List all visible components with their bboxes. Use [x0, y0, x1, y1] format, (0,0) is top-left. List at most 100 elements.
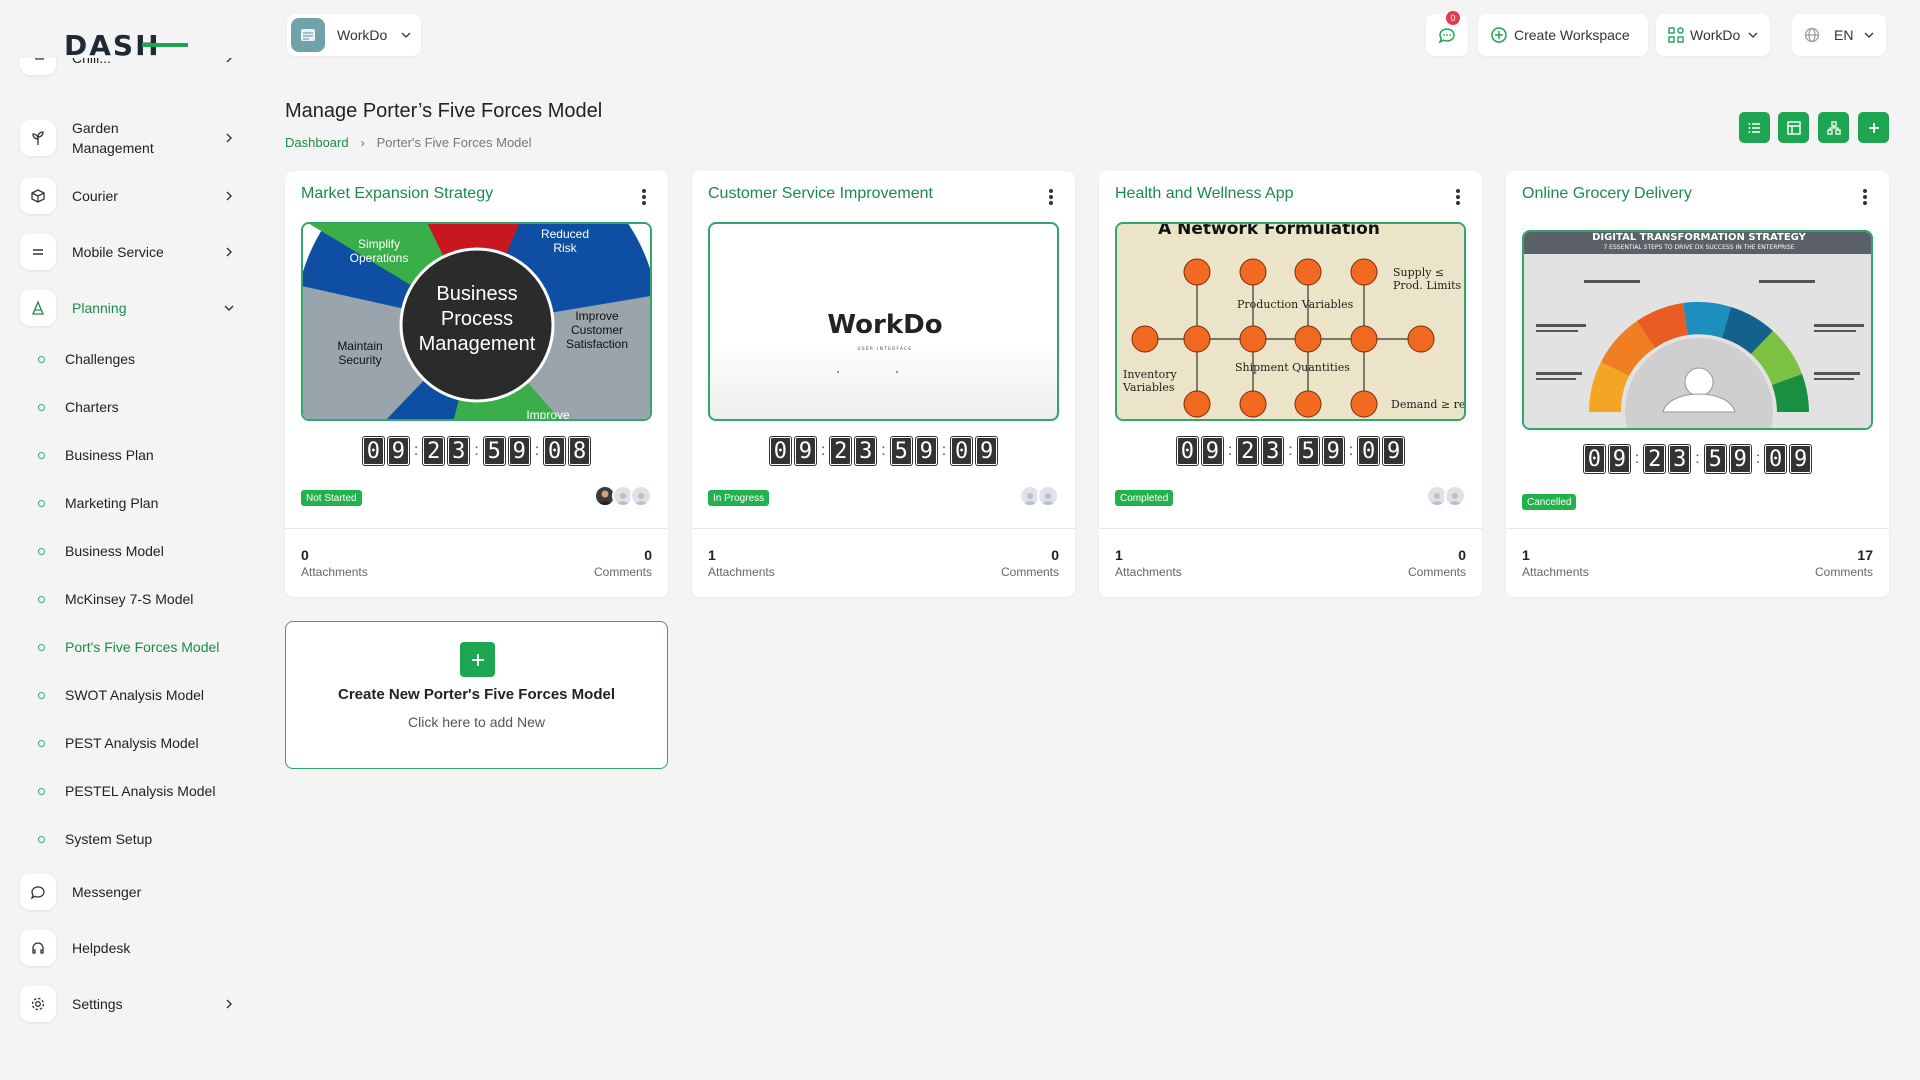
language-selector[interactable]: EN [1792, 14, 1886, 56]
sidebar-sub-system-setup[interactable]: System Setup [38, 831, 152, 847]
menu-icon [20, 234, 56, 270]
planning-icon [20, 290, 56, 326]
add-button[interactable] [1858, 112, 1889, 143]
sidebar-sub-challenges[interactable]: Challenges [38, 351, 135, 367]
img-text: Production Variables [1237, 298, 1354, 311]
workspace-menu[interactable]: WorkDo [1656, 14, 1770, 56]
timer-digit: 9 [1729, 445, 1751, 473]
chevron-down-icon [224, 305, 234, 311]
more-vertical-icon[interactable] [1049, 189, 1053, 205]
timer-digit: 0 [1765, 445, 1787, 473]
sidebar-item-garden-management[interactable]: Garden Management [20, 118, 240, 158]
countdown-timer: 09:23:59:09 [1099, 437, 1482, 465]
timer-digit: 0 [362, 437, 384, 465]
avatar[interactable] [1444, 485, 1466, 507]
sidebar-sub-pest[interactable]: PEST Analysis Model [38, 735, 199, 751]
timer-digit: 9 [1790, 445, 1812, 473]
bullet-icon [38, 355, 45, 363]
divider [285, 528, 668, 529]
avatar[interactable] [630, 485, 652, 507]
sidebar-sub-five-forces[interactable]: Port's Five Forces Model [38, 639, 219, 655]
sidebar-item-chill[interactable]: Chill... [20, 58, 240, 78]
sidebar-item-helpdesk[interactable]: Helpdesk [20, 930, 240, 966]
timer-digit: 5 [1704, 445, 1726, 473]
sidebar-item-settings[interactable]: Settings [20, 986, 240, 1022]
model-card: Online Grocery Delivery DIGITAL TRANSFOR… [1506, 171, 1889, 597]
sidebar-sub-business-plan[interactable]: Business Plan [38, 447, 154, 463]
sidebar-sub-charters[interactable]: Charters [38, 399, 119, 415]
chevron-down-icon [1748, 32, 1758, 38]
gear-icon [20, 986, 56, 1022]
more-vertical-icon[interactable] [1863, 189, 1867, 205]
img-text: Inventory [1123, 368, 1178, 381]
create-card-title: Create New Porter's Five Forces Model [338, 686, 615, 703]
img-text: Business [436, 283, 517, 305]
card-thumbnail[interactable]: A Network Formulation Production Variabl… [1115, 222, 1466, 421]
timer-colon: : [1755, 450, 1761, 467]
plus-icon [460, 642, 495, 677]
create-new-model-card[interactable]: Create New Porter's Five Forces Model Cl… [285, 621, 668, 769]
sidebar-sub-marketing-plan[interactable]: Marketing Plan [38, 495, 158, 511]
headset-icon [20, 930, 56, 966]
sub-item-label: Port's Five Forces Model [65, 639, 220, 655]
comments-count: 0 [1458, 547, 1466, 563]
avatar[interactable] [1037, 485, 1059, 507]
avatar-group [1019, 485, 1059, 507]
card-title[interactable]: Market Expansion Strategy [301, 185, 493, 203]
sidebar-item-courier[interactable]: Courier [20, 178, 240, 214]
breadcrumb-separator-icon: › [360, 135, 365, 150]
img-text: Customer [571, 323, 623, 337]
box-icon [20, 178, 56, 214]
sub-item-label: Marketing Plan [65, 495, 159, 511]
list-view-button[interactable] [1739, 112, 1770, 143]
timer-digit: 3 [1262, 437, 1284, 465]
sidebar-sub-business-model[interactable]: Business Model [38, 543, 164, 559]
notifications-button[interactable]: 0 [1426, 11, 1468, 56]
sidebar-sub-swot[interactable]: SWOT Analysis Model [38, 687, 204, 703]
card-title[interactable]: Health and Wellness App [1115, 185, 1293, 203]
apps-icon [1668, 27, 1684, 43]
more-vertical-icon[interactable] [1456, 189, 1460, 205]
workspace-selector[interactable]: WorkDo [287, 14, 421, 56]
countdown-timer: 09:23:59:09 [692, 437, 1075, 465]
sidebar-item-planning[interactable]: Planning [20, 290, 240, 326]
avatar-group [1426, 485, 1466, 507]
sidebar-sub-mckinsey[interactable]: McKinsey 7-S Model [38, 591, 193, 607]
card-thumbnail[interactable]: WorkDo USER INTERFACE [708, 222, 1059, 421]
sidebar-item-messenger[interactable]: Messenger [20, 874, 240, 910]
img-text: WorkDo [827, 310, 942, 340]
timer-digit: 9 [387, 437, 409, 465]
timer-digit: 5 [483, 437, 505, 465]
breadcrumb-dashboard[interactable]: Dashboard [285, 135, 349, 150]
tree-view-button[interactable] [1818, 112, 1849, 143]
sidebar-sub-pestel[interactable]: PESTEL Analysis Model [38, 783, 215, 799]
sub-item-label: Charters [65, 399, 119, 415]
create-workspace-button[interactable]: Create Workspace [1478, 14, 1648, 56]
timer-digit: 2 [1644, 445, 1666, 473]
img-text: 7 ESSENTIAL STEPS TO DRIVE DX SUCCESS IN… [1603, 244, 1794, 251]
timer-digit: 9 [1201, 437, 1223, 465]
sidebar-item-mobile-service[interactable]: Mobile Service [20, 234, 240, 270]
img-text: Improve [526, 408, 570, 421]
globe-icon [1804, 27, 1820, 43]
card-title[interactable]: Online Grocery Delivery [1522, 185, 1692, 203]
dash-logo[interactable]: DASH [64, 30, 190, 60]
comments-count: 17 [1857, 547, 1873, 563]
bullet-icon [38, 787, 45, 795]
card-thumbnail[interactable]: DIGITAL TRANSFORMATION STRATEGY 7 ESSENT… [1522, 230, 1873, 430]
chevron-down-icon [401, 32, 411, 38]
attachments-label: Attachments [301, 565, 368, 579]
attachments-count: 1 [1522, 547, 1530, 563]
attachments-count: 1 [708, 547, 716, 563]
card-thumbnail[interactable]: Business Process Management Simplify Ope… [301, 222, 652, 421]
timer-colon: : [941, 442, 947, 459]
chevron-right-icon [226, 133, 232, 143]
card-title[interactable]: Customer Service Improvement [708, 185, 933, 203]
sidebar: DASH Chill... Garden Management Courier … [0, 0, 258, 1080]
chevron-down-icon [1864, 32, 1874, 38]
digital-transformation-image: DIGITAL TRANSFORMATION STRATEGY 7 ESSENT… [1524, 232, 1871, 428]
grid-view-button[interactable] [1778, 112, 1809, 143]
timer-colon: : [820, 442, 826, 459]
more-vertical-icon[interactable] [642, 189, 646, 205]
timer-digit: 2 [830, 437, 852, 465]
